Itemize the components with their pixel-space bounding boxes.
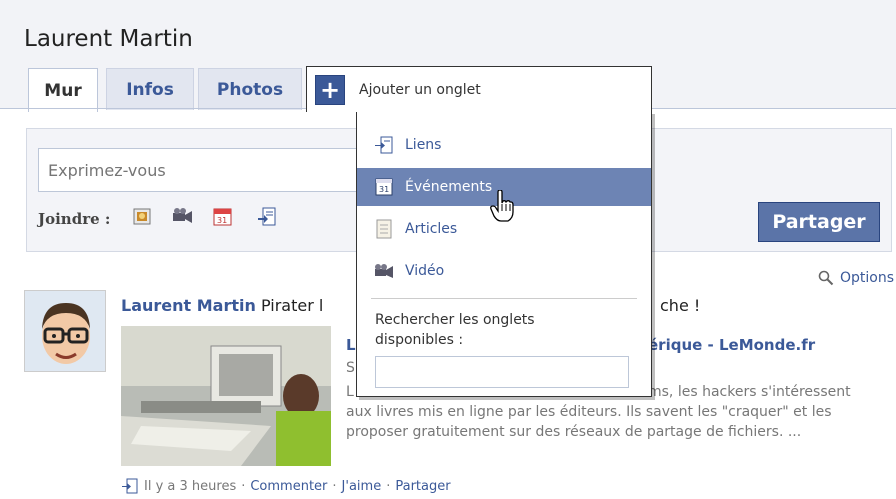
menu-item-label: Vidéo [405,263,445,279]
note-icon [373,219,395,239]
menu-item-video[interactable]: Vidéo [357,252,651,290]
tab-search-label: Rechercher les onglets disponibles : [375,312,535,348]
menu-item-liens[interactable]: Liens [357,126,651,164]
add-tab-button[interactable]: + Ajouter un onglet [306,66,652,112]
link-title[interactable]: érique - LeMonde.fr [648,336,815,354]
link-description-end: ms, les hackers s'intéressent [648,384,851,400]
profile-name: Laurent Martin [24,26,193,52]
menu-item-label: Liens [405,137,442,153]
avatar[interactable] [24,290,106,372]
add-tab-menu: Liens 31 Événements Articles Vidéo Reche… [356,111,652,397]
post-text: Pirater l [260,296,324,315]
plus-icon: + [315,74,345,105]
post-time[interactable]: Il y a 3 heures [144,479,236,494]
options-label: Options [840,270,895,286]
link-icon [122,478,138,494]
event-attach-icon[interactable]: 31 [212,206,234,228]
link-attach-icon[interactable] [256,206,278,228]
menu-item-label: Articles [405,221,458,237]
post-author-link[interactable]: Laurent Martin [121,296,256,315]
photo-attach-icon[interactable] [132,206,154,228]
menu-divider [371,298,637,299]
attach-label: Joindre : [38,210,111,228]
menu-item-label: Événements [405,179,493,195]
link-description-start: L [346,384,354,400]
video-attach-icon[interactable] [170,206,192,228]
tab-mur[interactable]: Mur [28,68,98,112]
share-button[interactable]: Partager [758,202,880,242]
hand-cursor-icon [490,189,516,226]
video-icon [373,261,395,281]
tab-photos[interactable]: Photos [198,68,302,110]
share-link[interactable]: Partager [395,479,450,494]
svg-text:31: 31 [379,185,389,194]
like-link[interactable]: J'aime [342,479,382,494]
add-tab-label: Ajouter un onglet [359,81,481,98]
link-source: S [346,360,355,376]
tab-infos[interactable]: Infos [106,68,194,110]
options-link[interactable]: Options [818,270,894,286]
svg-text:31: 31 [217,216,227,225]
post-text-end: che ! [660,296,701,315]
tab-search-input[interactable] [375,356,629,388]
link-icon [373,135,395,155]
link-description-line: proposer gratuitement sur des réseaux de… [346,424,802,440]
separator: · [241,478,246,494]
link-title-fragment[interactable]: L [346,336,356,354]
magnifier-icon [818,270,834,286]
post-footer: Il y a 3 heures · Commenter · J'aime · P… [121,478,451,494]
calendar-icon: 31 [373,177,395,197]
link-description-line: aux livres mis en ligne par les éditeurs… [346,404,832,420]
comment-link[interactable]: Commenter [250,479,327,494]
post-headline: Laurent Martin Pirater l [121,296,323,315]
post-link-thumbnail[interactable] [121,326,331,466]
separator: · [386,478,391,494]
separator: · [332,478,337,494]
